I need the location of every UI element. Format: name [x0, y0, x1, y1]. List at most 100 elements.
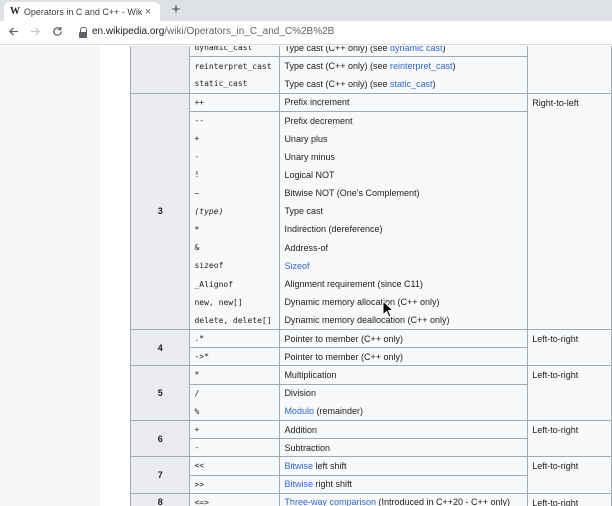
- description-text: Type cast (C++ only) (see: [284, 46, 390, 53]
- operator-cell: ~: [189, 184, 281, 203]
- description-cell: Bitwise left shift: [279, 456, 529, 476]
- description-text: Alignment requirement (since C11): [284, 279, 423, 290]
- description-cell: Bitwise NOT (One's Complement): [279, 184, 529, 203]
- close-tab-icon[interactable]: ×: [142, 6, 154, 18]
- description-text-suffix: right shift: [312, 479, 352, 490]
- operator-syntax: +: [194, 134, 200, 144]
- lock-icon[interactable]: [78, 27, 88, 39]
- description-cell: Indirection (dereference): [279, 220, 529, 239]
- description-text: Logical NOT: [284, 169, 335, 180]
- operator-syntax: %: [194, 406, 200, 416]
- operator-cell: *: [189, 220, 281, 239]
- description-cell: Prefix increment: [279, 92, 529, 112]
- associativity-cell: Left-to-right: [527, 419, 612, 458]
- tab-strip: W Operators in C and C++ - Wikip × +: [0, 0, 612, 21]
- operator-cell: *: [189, 365, 281, 385]
- operator-syntax: /: [194, 388, 200, 398]
- description-cell: Unary plus: [279, 129, 529, 148]
- operator-syntax: --: [194, 116, 205, 126]
- description-cell: Multiplication: [279, 365, 529, 385]
- description-cell: Three-way comparison (Introduced in C++2…: [279, 492, 529, 506]
- table-row: 3 ++ Prefix increment Right-to-left: [129, 92, 612, 331]
- description-link[interactable]: Bitwise: [284, 479, 313, 489]
- table-row: dynamic_cast Type cast (C++ only) (see dy…: [129, 46, 612, 94]
- description-cell: Unary minus: [279, 147, 529, 166]
- operator-cell: .*: [189, 328, 281, 349]
- operator-syntax: ~: [194, 188, 200, 198]
- description-link[interactable]: reinterpret_cast: [390, 61, 453, 71]
- description-text-suffix: (remainder): [313, 406, 363, 417]
- operator-cell: <<: [189, 456, 281, 476]
- description-link[interactable]: static_cast: [390, 79, 433, 89]
- description-text: Prefix increment: [284, 97, 350, 108]
- precedence-cell: 6: [129, 419, 191, 458]
- description-cell: Addition: [279, 419, 529, 440]
- operator-cell: ++: [189, 92, 281, 112]
- operator-syntax: <<: [194, 461, 205, 471]
- associativity-cell: Left-to-right: [527, 328, 612, 367]
- table-row: 6 + Addition Left-to-right: [129, 419, 612, 458]
- operator-cell: !: [189, 165, 281, 184]
- wikipedia-favicon-icon: W: [10, 6, 20, 17]
- operator-syntax: delete, delete[]: [194, 315, 272, 325]
- description-text-suffix: (Introduced in C++20 - C++ only): [375, 497, 511, 506]
- operator-syntax: +: [194, 425, 200, 435]
- precedence-cell: 5: [129, 365, 191, 421]
- operator-syntax: *: [194, 224, 200, 234]
- description-link[interactable]: dynamic cast: [390, 46, 443, 53]
- description-cell: Pointer to member (C++ only): [279, 328, 529, 349]
- operator-syntax: (type): [194, 206, 224, 216]
- description-cell: Alignment requirement (since C11): [279, 274, 529, 294]
- description-link[interactable]: Sizeof: [284, 261, 309, 271]
- table-row: 8 <=> Three-way comparison (Introduced in …: [129, 492, 612, 506]
- address-bar[interactable]: en.wikipedia.org/wiki/Operators_in_C_and…: [92, 26, 334, 37]
- description-cell: Address-of: [279, 238, 529, 257]
- description-cell: Type cast: [279, 202, 529, 221]
- operator-syntax: _Alignof: [194, 279, 234, 289]
- operator-syntax: <=>: [194, 497, 209, 506]
- table-row: 4 .* Pointer to member (C++ only) Left-to-r…: [129, 328, 612, 367]
- back-button[interactable]: [4, 24, 22, 42]
- arrow-left-icon: [8, 27, 18, 36]
- description-text: Division: [284, 388, 316, 399]
- browser-tab[interactable]: W Operators in C and C++ - Wikip ×: [4, 2, 160, 21]
- description-text: Pointer to member (C++ only): [284, 333, 403, 344]
- description-cell: Logical NOT: [279, 165, 529, 184]
- operator-cell: new, new[]: [189, 293, 281, 312]
- tab-title: Operators in C and C++ - Wikip: [23, 6, 143, 17]
- description-link[interactable]: Modulo: [284, 406, 314, 416]
- operator-cell: -: [189, 147, 281, 166]
- description-text-suffix: ): [452, 61, 456, 72]
- forward-button[interactable]: [26, 24, 44, 42]
- operator-syntax: ->*: [194, 352, 209, 362]
- description-cell: Bitwise right shift: [279, 475, 529, 494]
- operator-syntax: reinterpret_cast: [194, 61, 272, 71]
- operator-syntax: .*: [194, 334, 205, 344]
- reload-button[interactable]: [48, 24, 66, 42]
- precedence-cell: 7: [129, 456, 191, 494]
- description-link[interactable]: Three-way comparison: [284, 497, 376, 506]
- operator-cell: sizeof: [189, 256, 281, 275]
- description-cell: Type cast (C++ only) (see static_cast): [279, 74, 529, 94]
- description-cell: Prefix decrement: [279, 111, 529, 130]
- sidebar-background: [0, 46, 100, 506]
- description-cell: Pointer to member (C++ only): [279, 347, 529, 366]
- description-text: Indirection (dereference): [284, 224, 383, 235]
- description-cell: Type cast (C++ only) (see reinterpret_ca…: [279, 56, 529, 75]
- new-tab-button[interactable]: +: [168, 2, 184, 18]
- description-cell: Type cast (C++ only) (see dynamic cast): [279, 46, 529, 58]
- operator-cell: --: [189, 111, 281, 130]
- associativity-cell: [527, 46, 612, 94]
- associativity-cell: Left-to-right: [527, 365, 612, 421]
- description-text: Type cast (C++ only) (see: [284, 61, 390, 72]
- operator-syntax: sizeof: [194, 261, 224, 271]
- description-text-suffix: ): [442, 46, 446, 53]
- operator-cell: +: [189, 129, 281, 148]
- operator-syntax: &: [194, 243, 200, 253]
- browser-toolbar: en.wikipedia.org/wiki/Operators_in_C_and…: [0, 21, 612, 45]
- description-cell: Sizeof: [279, 256, 529, 275]
- operator-syntax: *: [194, 370, 200, 380]
- description-link[interactable]: Bitwise: [284, 461, 313, 471]
- operator-syntax: new, new[]: [194, 297, 243, 307]
- operator-cell: /: [189, 384, 281, 403]
